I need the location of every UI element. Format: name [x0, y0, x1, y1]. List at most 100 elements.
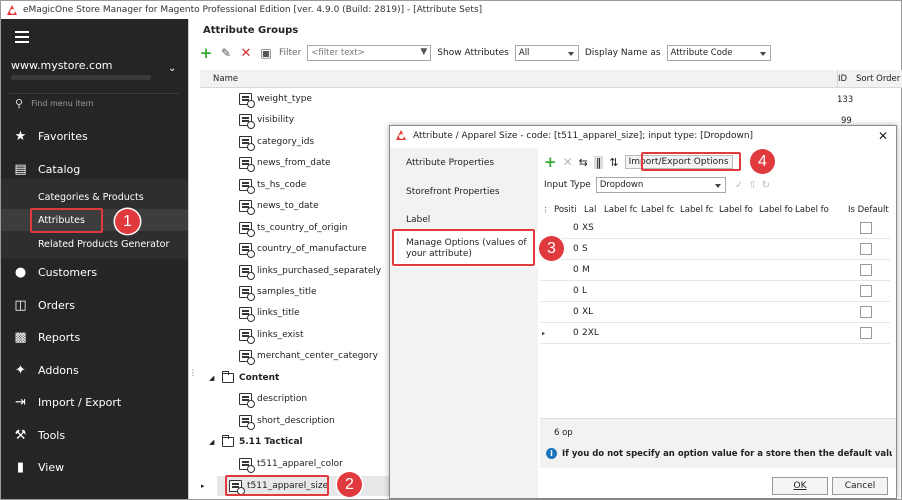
tree-attr-row[interactable]: visibility	[239, 110, 294, 130]
store-selector[interactable]: www.mystore.com	[11, 59, 113, 72]
tree-attr-row[interactable]: merchant_center_category	[239, 346, 378, 366]
callout-badge-1: 1	[115, 209, 140, 234]
tree-attr-row[interactable]: category_ids	[239, 132, 314, 152]
sidebar-subitem-categories-products[interactable]: Categories & Products	[1, 186, 188, 208]
option-position: 0	[573, 223, 579, 233]
option-row[interactable]: 0S	[540, 239, 890, 260]
tree-folder-row[interactable]: ◢ 5.11 Tactical	[209, 432, 303, 452]
window-title: eMagicOne Store Manager for Magento Prof…	[23, 5, 483, 15]
tree-attr-row[interactable]: ts_country_of_origin	[239, 218, 347, 238]
tree-attr-row[interactable]: short_description	[239, 411, 335, 431]
option-row[interactable]: 0 XL	[540, 302, 890, 323]
is-default-checkbox[interactable]	[860, 327, 872, 339]
nav-attribute-properties[interactable]: Attribute Properties	[406, 158, 534, 169]
option-row[interactable]: ▸ 0 2XL	[540, 323, 890, 344]
upload-icon[interactable]: ⇧	[748, 180, 756, 191]
tree-item-label: short_description	[257, 416, 335, 426]
is-default-checkbox[interactable]	[860, 285, 872, 297]
funnel-icon[interactable]: ▼	[420, 47, 427, 57]
column-label-store[interactable]: Label fc	[680, 205, 713, 215]
pipette-icon[interactable]: ✓	[735, 180, 743, 191]
fit-columns-icon[interactable]: ⇆	[579, 156, 588, 169]
close-icon[interactable]: ✕	[878, 129, 888, 143]
tree-folder-row[interactable]: ◢ Content	[209, 368, 279, 388]
attribute-icon	[239, 136, 255, 151]
tree-attr-row[interactable]: samples_title	[239, 282, 317, 302]
header-marker-icon: ⋮	[542, 206, 549, 214]
sidebar-subitem-related-products-generator[interactable]: Related Products Generator	[1, 233, 188, 255]
column-label-store[interactable]: Label fo	[759, 205, 793, 215]
nav-storefront-properties[interactable]: Storefront Properties	[406, 187, 534, 198]
info-text: If you do not specify an option value fo…	[562, 448, 892, 459]
tree-attr-row[interactable]: weight_type	[239, 89, 312, 109]
image-icon[interactable]: ▣	[259, 46, 273, 60]
option-label: S	[582, 244, 588, 254]
sidebar-item-view[interactable]: ▮ View	[1, 452, 188, 482]
sidebar-item-reports[interactable]: ▩ Reports	[1, 322, 188, 352]
option-row[interactable]: 0M	[540, 260, 890, 281]
input-type-select[interactable]: Dropdown	[595, 177, 726, 193]
delete-option-icon[interactable]: ✕	[563, 155, 573, 169]
is-default-checkbox[interactable]	[860, 306, 872, 318]
splitter-handle[interactable]: ⋮	[189, 369, 197, 377]
tree-attr-row[interactable]: news_to_date	[239, 196, 319, 216]
tree-attr-row[interactable]: t511_apparel_color	[239, 454, 343, 474]
show-attributes-select[interactable]: All	[514, 45, 579, 61]
split-columns-icon[interactable]: ‖	[593, 155, 604, 169]
tree-item-label: links_purchased_separately	[257, 266, 382, 276]
tree-item-label: ts_hs_code	[257, 180, 307, 190]
option-row[interactable]: 0 XS	[540, 218, 890, 239]
cancel-button[interactable]: Cancel	[832, 477, 888, 495]
sidebar-item-orders[interactable]: ◫ Orders	[1, 290, 188, 320]
sidebar-item-catalog[interactable]: ▤ Catalog	[1, 154, 188, 184]
column-label-store[interactable]: Label fc	[641, 205, 674, 215]
sidebar-item-tools[interactable]: ⚒ Tools	[1, 420, 188, 450]
import-export-icon: ⇥	[15, 394, 26, 410]
is-default-checkbox[interactable]	[860, 222, 872, 234]
column-sort-order[interactable]: Sort Order	[856, 74, 900, 84]
edit-icon[interactable]: ✎	[219, 46, 233, 60]
collapse-arrow-icon[interactable]: ◢	[209, 438, 217, 446]
sidebar-item-import-export[interactable]: ⇥ Import / Export	[1, 387, 188, 417]
column-position[interactable]: Positi	[554, 205, 577, 215]
sidebar-item-favorites[interactable]: ★ Favorites	[1, 121, 188, 151]
tree-attr-row[interactable]: links_exist	[239, 325, 304, 345]
ok-button[interactable]: OK	[772, 477, 828, 495]
tree-attr-row[interactable]: description	[239, 389, 307, 409]
option-row[interactable]: 0L	[540, 281, 890, 302]
is-default-checkbox[interactable]	[860, 243, 872, 255]
tree-attr-row[interactable]: ts_hs_code	[239, 175, 306, 195]
is-default-checkbox[interactable]	[860, 264, 872, 276]
tree-attr-row[interactable]: country_of_manufacture	[239, 239, 367, 259]
filter-input[interactable]: <filter text> ▼	[307, 45, 432, 61]
menu-search[interactable]: ⚲ Find menu item	[9, 93, 179, 113]
chevron-down-icon[interactable]: ⌄	[168, 63, 176, 74]
column-label-store[interactable]: Label fo	[795, 205, 829, 215]
column-label[interactable]: Lal	[584, 205, 596, 215]
tree-attr-row[interactable]: news_from_date	[239, 153, 331, 173]
column-label-store[interactable]: Label fc	[604, 205, 637, 215]
add-icon[interactable]: +	[199, 44, 213, 62]
input-type-label: Input Type	[544, 180, 591, 190]
grid-header: Name ID Sort Order	[200, 70, 902, 88]
attribute-icon	[239, 114, 255, 129]
nav-label[interactable]: Label	[406, 215, 534, 226]
hamburger-menu-icon[interactable]	[15, 31, 29, 43]
add-option-icon[interactable]: +	[544, 153, 557, 171]
column-is-default[interactable]: Is Default	[848, 205, 889, 215]
sort-icon[interactable]: ⇅	[609, 156, 618, 169]
options-footer	[540, 418, 896, 468]
refresh-icon[interactable]: ↻	[762, 180, 770, 191]
collapse-arrow-icon[interactable]: ◢	[209, 374, 217, 382]
tree-item-label: links_exist	[257, 330, 304, 340]
display-name-select[interactable]: Attribute Code	[666, 45, 771, 61]
delete-icon[interactable]: ✕	[239, 46, 253, 61]
column-name[interactable]: Name	[213, 74, 238, 84]
sidebar-item-customers[interactable]: ● Customers	[1, 257, 188, 287]
column-label-store[interactable]: Label fo	[719, 205, 753, 215]
sidebar-item-addons[interactable]: ✦ Addons	[1, 355, 188, 385]
toolbar: + ✎ ✕ ▣ Filter <filter text> ▼ Show Attr…	[199, 44, 771, 62]
tree-attr-row[interactable]: links_purchased_separately	[239, 261, 381, 281]
column-id[interactable]: ID	[838, 74, 847, 84]
tree-attr-row[interactable]: links_title	[239, 303, 300, 323]
